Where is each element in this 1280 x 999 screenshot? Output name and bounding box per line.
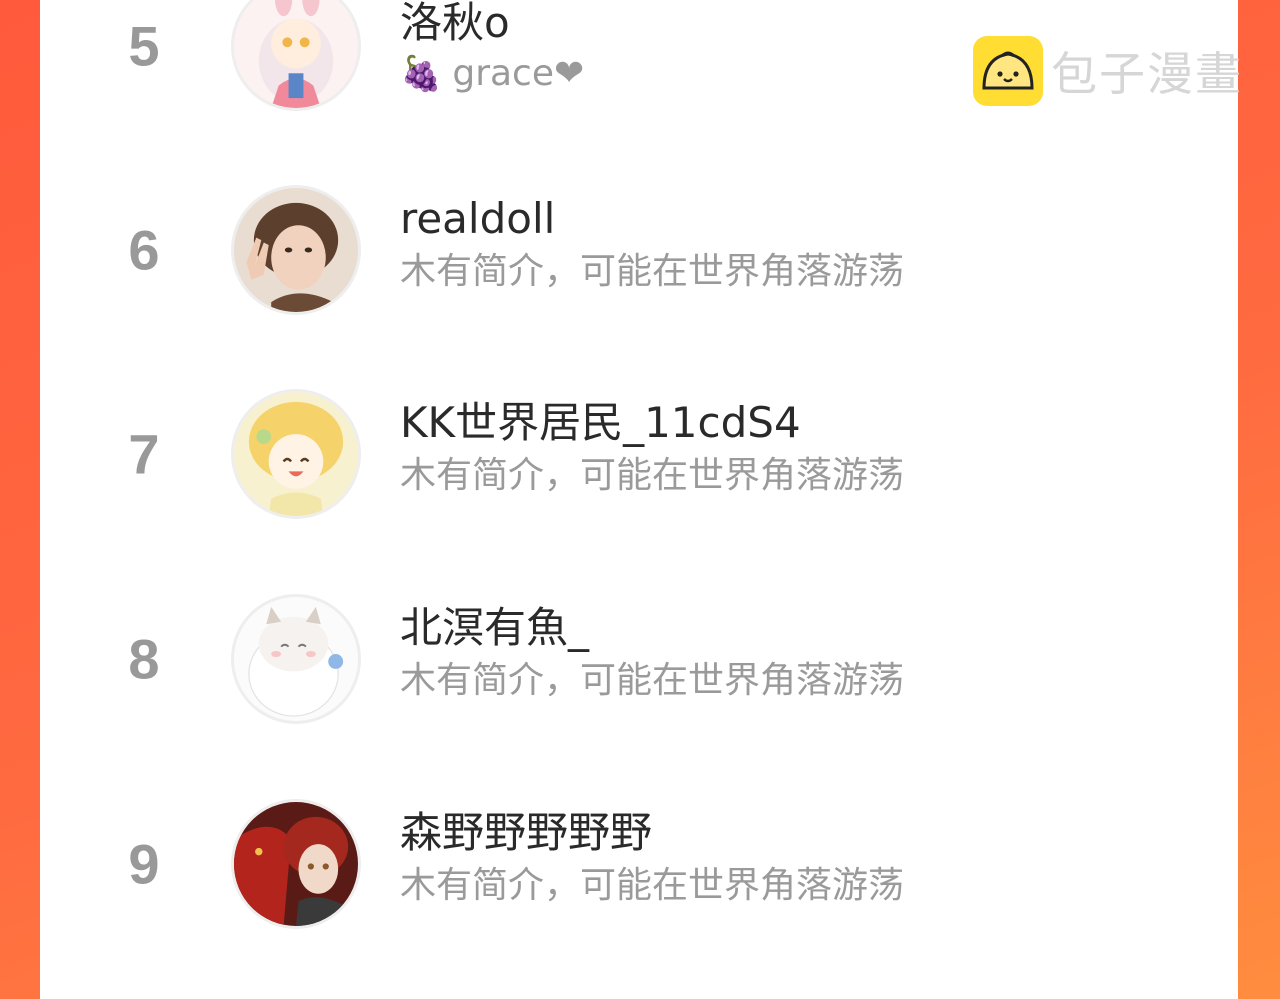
- ranking-row[interactable]: 9 森野野野野野 木有简介，可能在世界角落游荡: [40, 794, 1238, 934]
- photo-girl-peace-sign-avatar-icon: [234, 188, 358, 312]
- rank-number: 8: [128, 627, 160, 691]
- user-bio: 木有简介，可能在世界角落游荡: [400, 455, 905, 496]
- bio-text: grace❤: [452, 53, 585, 94]
- site-watermark: 包子漫畫: [973, 36, 1243, 106]
- username[interactable]: 森野野野野野: [400, 812, 652, 854]
- bun-mascot-icon: [973, 36, 1043, 106]
- user-avatar[interactable]: [231, 0, 361, 111]
- fluffy-white-cat-avatar-icon: [234, 597, 358, 721]
- user-avatar[interactable]: [231, 389, 361, 519]
- user-avatar[interactable]: [231, 185, 361, 315]
- grape-icon: 🍇: [400, 54, 443, 94]
- red-hair-dragon-avatar-icon: [234, 802, 358, 926]
- ranking-list: 5 洛秋o 🍇 grace❤ 6 realdoll 木有简介，可能在世界角落游荡…: [40, 0, 1238, 999]
- watermark-text: 包子漫畫: [1051, 47, 1243, 101]
- rank-number: 6: [128, 218, 160, 282]
- user-avatar[interactable]: [231, 799, 361, 929]
- username[interactable]: 北溟有魚_: [400, 607, 589, 649]
- user-bio: 木有简介，可能在世界角落游荡: [400, 865, 905, 906]
- rank-number: 9: [128, 832, 160, 896]
- ranking-row[interactable]: 7 KK世界居民_11cdS4 木有简介，可能在世界角落游荡: [40, 384, 1238, 524]
- rank-number: 5: [128, 14, 160, 78]
- blonde-anime-child-avatar-icon: [234, 392, 358, 516]
- user-bio: 木有简介，可能在世界角落游荡: [400, 660, 905, 701]
- user-bio: 🍇 grace❤: [400, 56, 584, 92]
- ranking-panel: 5 洛秋o 🍇 grace❤ 6 realdoll 木有简介，可能在世界角落游荡…: [40, 0, 1238, 999]
- ranking-row[interactable]: 8 北溟有魚_ 木有简介，可能在世界角落游荡: [40, 589, 1238, 729]
- ranking-row[interactable]: 6 realdoll 木有简介，可能在世界角落游荡: [40, 180, 1238, 320]
- username[interactable]: KK世界居民_11cdS4: [400, 402, 801, 444]
- user-bio: 木有简介，可能在世界角落游荡: [400, 251, 905, 292]
- username[interactable]: 洛秋o: [400, 2, 510, 44]
- user-avatar[interactable]: [231, 594, 361, 724]
- rank-number: 7: [128, 422, 160, 486]
- username[interactable]: realdoll: [400, 198, 555, 240]
- anime-girl-bunny-avatar-icon: [234, 0, 358, 108]
